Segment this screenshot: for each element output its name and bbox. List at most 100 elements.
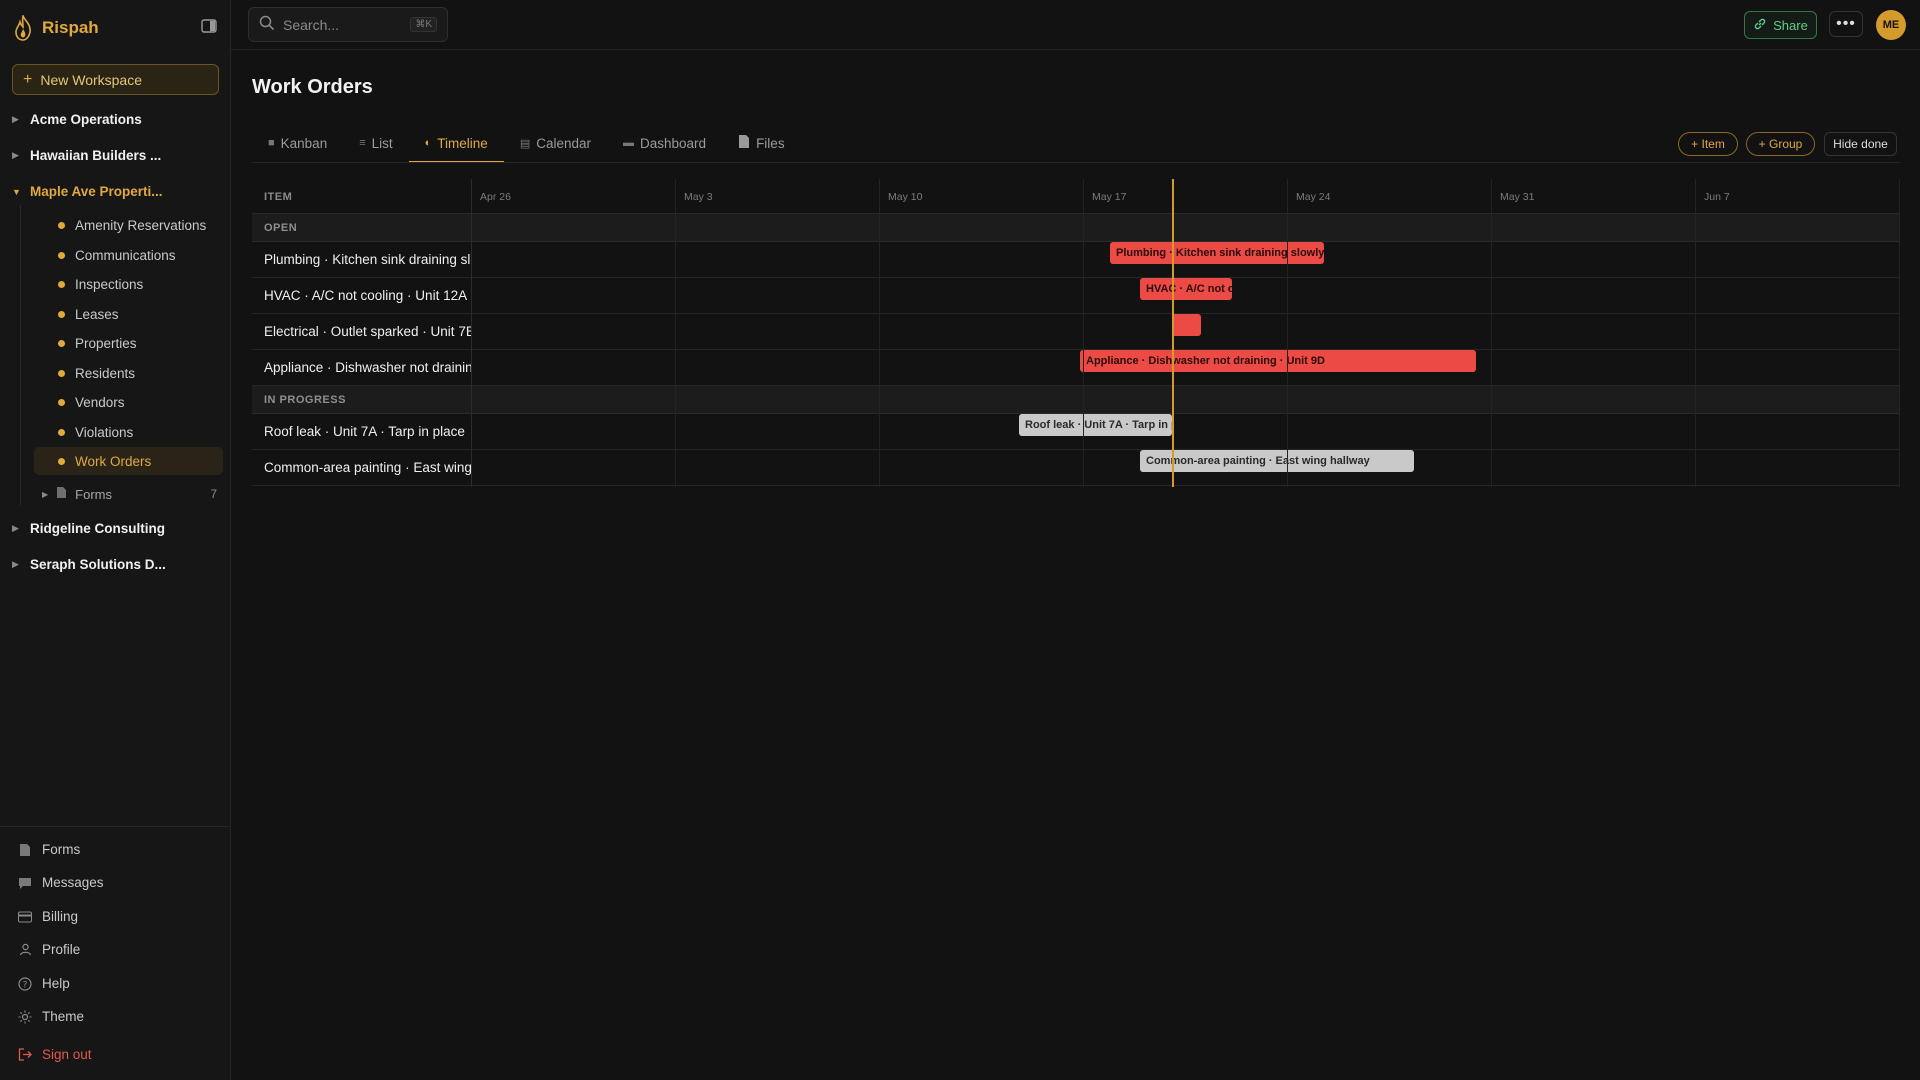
group-header-open[interactable]: OPEN — [252, 214, 1900, 242]
timeline-row[interactable]: Appliance · Dishwasher not draining · Un… — [252, 350, 1900, 386]
nav-label: Sign out — [42, 1047, 92, 1062]
file-icon — [18, 843, 32, 857]
dot-icon — [58, 339, 65, 347]
dot-icon — [58, 280, 65, 288]
timeline-bar[interactable]: Roof leak · Unit 7A · Tarp in place — [1019, 414, 1172, 436]
row-name[interactable]: HVAC · A/C not cooling · Unit 12A — [264, 288, 471, 303]
date-label: May 10 — [888, 191, 923, 203]
dot-icon — [58, 428, 65, 436]
tab-dashboard[interactable]: ▬ Dashboard — [607, 125, 722, 163]
timeline-row[interactable]: Roof leak · Unit 7A · Tarp in place Roof… — [252, 414, 1900, 450]
gridline — [1083, 179, 1084, 487]
sidebar-item-amenity-reservations[interactable]: Amenity Reservations — [34, 211, 223, 239]
timeline-row[interactable]: Plumbing · Kitchen sink draining slowly … — [252, 242, 1900, 278]
timeline-row[interactable]: HVAC · A/C not cooling · Unit 12A HVAC ·… — [252, 278, 1900, 314]
nav-label: Help — [42, 976, 70, 991]
gridline — [1287, 179, 1288, 487]
row-name[interactable]: Common-area painting · East wing hallway — [264, 460, 471, 475]
sidebar-item-work-orders[interactable]: Work Orders — [34, 447, 223, 475]
new-workspace-button[interactable]: + New Workspace — [12, 64, 219, 95]
tab-files[interactable]: Files — [722, 125, 801, 163]
timeline-bar[interactable]: Appliance · Dishwasher not draining · Un… — [1080, 350, 1476, 372]
dashboard-icon: ▬ — [623, 137, 635, 149]
message-icon — [18, 876, 32, 890]
sidebar-item-vendors[interactable]: Vendors — [34, 388, 223, 416]
sidebar-toggle-icon[interactable] — [200, 18, 218, 34]
timeline-bar[interactable]: Plumbing · Kitchen sink draining slowly — [1110, 242, 1324, 264]
workspace-label: Hawaiian Builders ... — [30, 148, 162, 163]
hide-done-button[interactable]: Hide done — [1824, 132, 1897, 156]
tab-label: Dashboard — [640, 135, 707, 151]
nav-billing[interactable]: Billing — [18, 909, 78, 924]
credit-card-icon — [18, 910, 32, 924]
sidebar-item-inspections[interactable]: Inspections — [34, 270, 223, 298]
new-workspace-label: New Workspace — [40, 71, 143, 88]
nav-theme[interactable]: Theme — [18, 1009, 84, 1024]
nav-label: Forms — [42, 842, 81, 857]
caret-right-icon: ▶ — [12, 114, 19, 124]
tab-timeline[interactable]: ◐ Timeline — [408, 125, 504, 163]
calendar-icon: ▤ — [519, 137, 531, 150]
nav-messages[interactable]: Messages — [18, 875, 104, 890]
workspace-maple-ave[interactable]: ▼ Maple Ave Properti... — [12, 184, 163, 199]
timeline-row[interactable]: Common-area painting · East wing hallway… — [252, 450, 1900, 486]
topbar: Search... ⌘K Share ••• ME — [231, 0, 1920, 50]
sidebar-item-label: Communications — [75, 247, 176, 263]
nav-label: Theme — [42, 1009, 85, 1024]
timeline-icon: ◐ — [424, 137, 432, 149]
avatar[interactable]: ME — [1876, 10, 1906, 40]
nav-profile[interactable]: Profile — [18, 942, 80, 957]
file-icon — [738, 134, 750, 152]
sidebar-item-communications[interactable]: Communications — [34, 241, 223, 269]
add-item-button[interactable]: + Item — [1678, 132, 1738, 156]
row-name[interactable]: Electrical · Outlet sparked · Unit 7B — [264, 324, 471, 339]
sidebar-item-properties[interactable]: Properties — [34, 329, 223, 357]
timeline: ITEM Apr 26 May 3 May 10 May 17 May 24 M… — [252, 179, 1900, 487]
sidebar-folder-forms[interactable]: ▶ Forms 7 — [34, 482, 223, 506]
nav-label: Billing — [42, 909, 79, 924]
timeline-row[interactable]: Electrical · Outlet sparked · Unit 7B — [252, 314, 1900, 350]
sidebar-item-residents[interactable]: Residents — [34, 359, 223, 387]
timeline-bar[interactable] — [1172, 314, 1201, 336]
caret-right-icon: ▶ — [42, 489, 49, 499]
sign-out-icon — [18, 1048, 32, 1062]
nav-label: Messages — [42, 875, 104, 890]
workspace-acme-operations[interactable]: ▶ Acme Operations — [12, 112, 142, 127]
row-name[interactable]: Roof leak · Unit 7A · Tarp in place — [264, 424, 471, 439]
nav-forms[interactable]: Forms — [18, 842, 80, 857]
workspace-ridgeline-consulting[interactable]: ▶ Ridgeline Consulting — [12, 521, 165, 536]
sidebar-item-label: Amenity Reservations — [75, 217, 207, 233]
sidebar-item-label: Properties — [75, 335, 137, 351]
date-label: Jun 7 — [1704, 191, 1730, 203]
add-group-button[interactable]: + Group — [1746, 132, 1815, 156]
tab-calendar[interactable]: ▤ Calendar — [504, 125, 607, 163]
timeline-bar[interactable]: Common-area painting · East wing hallway — [1140, 450, 1414, 472]
gridline — [1491, 179, 1492, 487]
tab-kanban[interactable]: ■ Kanban — [252, 125, 343, 163]
sidebar-item-label: Residents — [75, 365, 136, 381]
page-title: Work Orders — [252, 76, 373, 98]
timeline-bar[interactable]: HVAC · A/C not cooling · Unit 12A — [1140, 278, 1232, 300]
timeline-header: ITEM Apr 26 May 3 May 10 May 17 May 24 M… — [252, 179, 1900, 214]
share-button[interactable]: Share — [1744, 11, 1817, 39]
workspace-seraph-solutions[interactable]: ▶ Seraph Solutions D... — [12, 557, 166, 572]
caret-right-icon: ▶ — [12, 559, 19, 569]
divider — [471, 179, 472, 487]
nav-help[interactable]: ? Help — [18, 976, 70, 991]
sidebar-item-leases[interactable]: Leases — [34, 300, 223, 328]
search-input[interactable]: Search... ⌘K — [248, 7, 448, 42]
row-name[interactable]: Plumbing · Kitchen sink draining slowly — [264, 252, 471, 267]
workspace-label: Seraph Solutions D... — [30, 557, 166, 572]
svg-text:?: ? — [23, 980, 28, 990]
tab-list[interactable]: ≡ List — [343, 125, 408, 163]
group-header-in-progress[interactable]: IN PROGRESS — [252, 386, 1900, 414]
sidebar-item-violations[interactable]: Violations — [34, 418, 223, 446]
date-label: Apr 26 — [480, 191, 511, 203]
sign-out-button[interactable]: Sign out — [18, 1047, 92, 1062]
more-options-icon[interactable]: ••• — [1829, 11, 1863, 37]
dot-icon — [58, 457, 65, 465]
workspace-hawaiian-builders[interactable]: ▶ Hawaiian Builders ... — [12, 148, 161, 163]
tab-label: Files — [756, 135, 785, 151]
brand[interactable]: Rispah — [12, 14, 99, 42]
row-name[interactable]: Appliance · Dishwasher not draining · Un… — [264, 360, 471, 375]
